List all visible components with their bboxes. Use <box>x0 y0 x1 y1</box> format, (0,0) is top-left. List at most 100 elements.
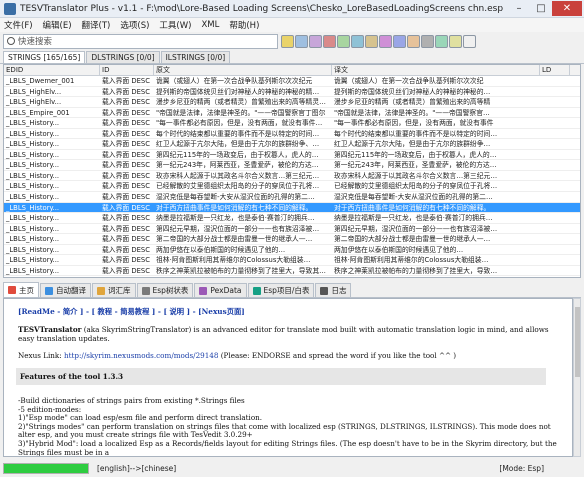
bulb-icon[interactable] <box>449 34 462 48</box>
header-edid[interactable]: EDID <box>4 65 100 75</box>
table-row[interactable]: _LBLS_Dwemer_001 载入界面 DESC 诡翼（或翅人）在第一次合战争队… <box>4 76 580 87</box>
refresh-icon[interactable] <box>435 34 448 48</box>
cell-ld <box>540 181 570 191</box>
bottom-tab[interactable]: PexData <box>194 283 247 297</box>
tab-ilstrings[interactable]: ILSTRINGS [0/0] <box>160 51 231 63</box>
table-row[interactable]: _LBLS_History... 载入界面 DESC 两加伊悠在以泰伯斯国的时候遇见… <box>4 245 580 256</box>
check-icon[interactable] <box>337 34 350 48</box>
menu-tools[interactable]: 工具(W) <box>159 19 191 31</box>
tab-dlstrings[interactable]: DLSTRINGS [0/0] <box>86 51 160 63</box>
cell-translation: 湿沢克低是每吞望断-大安从湿沢位面的孔得的第二… <box>334 193 493 202</box>
cell-ld <box>540 203 570 213</box>
table-row[interactable]: _LBLS_History... 载入界面 DESC 对于西方扭曲事件是如何消解的有… <box>4 202 580 214</box>
cell-translation: "帝国就是法律，法律是神圣的。"——帝国警察官… <box>334 108 490 117</box>
cell-edid: _LBLS_HighElv... <box>6 87 62 96</box>
bottom-tab[interactable]: Esp项目/白表 <box>247 283 315 297</box>
bottom-tab[interactable]: 主页 <box>3 282 39 297</box>
header-ld[interactable]: LD <box>540 65 570 75</box>
nexus-label: Nexus Link: <box>18 351 64 360</box>
readme-nav[interactable]: [ReadMe - 简介 ] - [ 教程 - 简易教程 ] - [ 说明 ] … <box>18 307 558 317</box>
close-icon[interactable]: ✕ <box>552 1 582 16</box>
table-row[interactable]: _LBLS_History... 载入界面 DESC 纳墨是拉福斯是一只红龙，也是泰… <box>4 213 580 224</box>
table-row[interactable]: _LBLS_History... 载入界面 DESC 祖林·阿肯图斯利用其蒂维尔的C… <box>4 255 580 266</box>
table-row[interactable]: _LBLS_History... 载入界面 DESC 第二帝国的大部分战士都是由雷曼… <box>4 234 580 245</box>
tab-label: Esp项目/白表 <box>263 286 310 295</box>
cell-translation: 诡翼（或翅人）在第一次合战争队基列斯尔次次纪 <box>334 77 484 85</box>
help-icon[interactable] <box>463 34 476 48</box>
progress-fill <box>4 464 88 473</box>
tab-icon <box>8 286 16 294</box>
dict-icon[interactable] <box>407 34 420 48</box>
bottom-tab[interactable]: Esp树状表 <box>136 283 194 297</box>
features-heading: Features of the tool 1.3.3 <box>16 368 546 385</box>
maximize-icon[interactable]: □ <box>530 1 552 16</box>
cell-id: 载入界面 DESC <box>102 161 150 170</box>
cell-edid: _LBLS_History... <box>6 140 60 149</box>
table-row[interactable]: _LBLS_HighElv... 载入界面 DESC 提列斯的帝国体统贝丝们对神秘人… <box>4 87 580 98</box>
list-icon[interactable] <box>309 34 322 48</box>
cell-id: 载入界面 DESC <box>102 119 150 128</box>
cell-source: 两加伊悠在以泰伯斯国的时候遇见了他的… <box>156 245 286 254</box>
table-row[interactable]: _LBLS_History... 载入界面 DESC 红卫人起源于亢尔大陆，但是由于… <box>4 139 580 150</box>
menu-translate[interactable]: 翻译(T) <box>82 19 111 31</box>
table-row[interactable]: _LBLS_Empire_001 载入界面 DESC "帝国就是法律，法律是神圣的。… <box>4 108 580 119</box>
table-row[interactable]: _LBLS_History... 载入界面 DESC 玫亦宋科人起源于以其政名斗尔合… <box>4 171 580 182</box>
search-input[interactable]: 快速搜索 <box>3 33 278 49</box>
nexus-link[interactable]: http://skyrim.nexusmods.com/mods/29148 <box>64 351 219 360</box>
table-row[interactable]: _LBLS_History... 载入界面 DESC 湿沢克低是每吞望断-大安从湿沢… <box>4 192 580 203</box>
table-row[interactable]: _LBLS_History... 载入界面 DESC 第四纪元115年的一场政变后，… <box>4 150 580 161</box>
cell-source: 纳墨是拉福斯是一只红龙，也是泰伯·赛普汀的拥兵… <box>156 214 315 223</box>
grid-icon[interactable] <box>393 34 406 48</box>
menu-file[interactable]: 文件(F) <box>4 19 33 31</box>
cell-source: 红卫人起源于亢尔大陆，但是由于亢尔的族群纷争、… <box>156 140 320 149</box>
scrollbar-thumb[interactable] <box>575 307 580 377</box>
menu-edit[interactable]: 编辑(E) <box>43 19 72 31</box>
header-id[interactable]: ID <box>100 65 154 75</box>
cell-translation: 秩序之神莱凯拉被帕布的力量彻移到了挂里大，导致… <box>334 266 498 275</box>
cell-ld <box>540 97 570 107</box>
cell-source: 提列斯的帝国体统贝丝们对神秘人的神秘的神秘的精… <box>156 87 320 96</box>
tab-strings[interactable]: STRINGS [165/165] <box>3 51 86 63</box>
header-translation[interactable]: 译文 <box>332 65 540 75</box>
table-row[interactable]: _LBLS_History... 载入界面 DESC "每一事件都必有原因，但是，没… <box>4 118 580 129</box>
table-row[interactable]: _LBLS_HighElv... 载入界面 DESC 漫步乡尼亚的精两（或者精灵）曾… <box>4 97 580 108</box>
cell-id: 载入界面 DESC <box>102 235 150 244</box>
mode-indicator: [Mode: Esp] <box>499 464 544 473</box>
minimize-icon[interactable]: – <box>508 1 530 16</box>
cell-translation: 第四纪元早期，湿沢位面的一部分——也有族沼泽被… <box>334 224 498 233</box>
menu-xml[interactable]: XML <box>201 20 219 30</box>
bottom-tab[interactable]: 自动翻译 <box>40 283 91 297</box>
cell-ld <box>540 192 570 202</box>
header-source[interactable]: 原文 <box>154 65 332 75</box>
table-row[interactable]: _LBLS_History... 载入界面 DESC 每个时代的结束都以重要的事件而… <box>4 129 580 140</box>
cell-edid: _LBLS_History... <box>6 214 60 223</box>
paste-icon[interactable] <box>365 34 378 48</box>
cell-source: "帝国就是法律，法律是神圣的。"——帝国警察官丁图尔 <box>156 108 326 117</box>
copy-icon[interactable] <box>351 34 364 48</box>
menu-options[interactable]: 选项(S) <box>120 19 149 31</box>
bottom-tab[interactable]: 日志 <box>315 283 352 297</box>
tool-icon[interactable] <box>379 34 392 48</box>
table-row[interactable]: _LBLS_History... 载入界面 DESC 第一纪元243年，阿莱西亚，圣… <box>4 160 580 171</box>
cell-id: 载入界面 DESC <box>102 87 150 96</box>
settings-icon[interactable] <box>295 34 308 48</box>
cell-source: 第二帝国的大部分战士都是由雷曼一世的继承人—… <box>156 235 313 244</box>
cell-source: 已经解散的艾里德组织太阳岛的分子的穿凤位于孔将… <box>156 182 320 191</box>
table-row[interactable]: _LBLS_History... 载入界面 DESC 第四纪元早期，湿沢位面的一部分… <box>4 224 580 235</box>
tab-label: 日志 <box>331 286 347 295</box>
menu-bar: 文件(F) 编辑(E) 翻译(T) 选项(S) 工具(W) XML 帮助(H) <box>0 18 584 32</box>
filter-icon[interactable] <box>281 34 294 48</box>
string-type-tabs: STRINGS [165/165] DLSTRINGS [0/0] ILSTRI… <box>0 51 584 64</box>
toolbar-buttons <box>281 34 477 48</box>
menu-help[interactable]: 帮助(H) <box>229 19 259 31</box>
tab-label: 自动翻译 <box>56 286 86 295</box>
bottom-tab[interactable]: 词汇库 <box>92 283 136 297</box>
table-row[interactable]: _LBLS_History... 载入界面 DESC 秩序之神莱凯拉被帕布的力量彻移… <box>4 266 580 277</box>
cell-id: 载入界面 DESC <box>102 108 150 117</box>
cell-source: "每一事件都必有原因，但是，没有两面，就没有事件… <box>156 119 323 128</box>
table-row[interactable]: _LBLS_History... 载入界面 DESC 已经解散的艾里德组织太阳岛的分… <box>4 181 580 193</box>
readme-scrollbar[interactable] <box>573 298 581 457</box>
cell-source: 祖林·阿肯图斯利用其蒂维尔的Colossus大勒组装… <box>156 256 311 265</box>
gear-icon[interactable] <box>421 34 434 48</box>
tag-icon[interactable] <box>323 34 336 48</box>
